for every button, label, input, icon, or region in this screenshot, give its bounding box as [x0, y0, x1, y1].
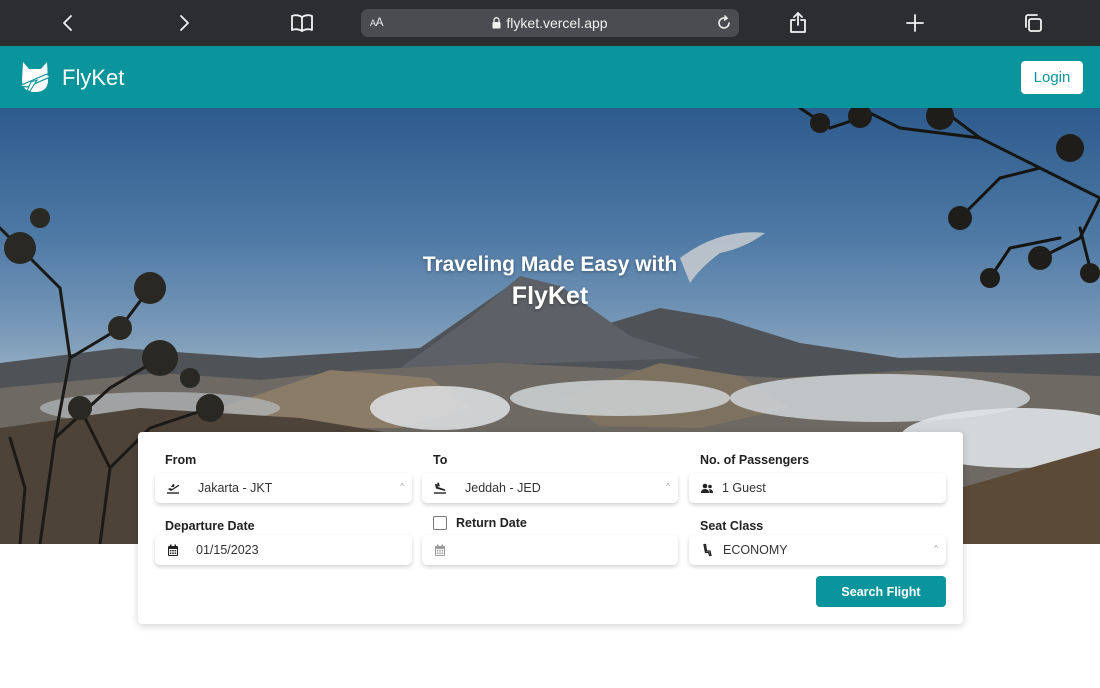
tabs-button[interactable]	[1018, 8, 1048, 38]
to-label: To	[433, 453, 448, 467]
brand-name[interactable]: FlyKet	[62, 65, 124, 91]
url-label: flyket.vercel.app	[506, 15, 608, 31]
return-label: Return Date	[456, 516, 527, 530]
browser-toolbar: AA flyket.vercel.app	[0, 0, 1100, 46]
tabs-icon	[1025, 14, 1042, 32]
hero-brand: FlyKet	[511, 282, 589, 310]
new-tab-button[interactable]	[900, 8, 930, 38]
address-bar[interactable]: AA flyket.vercel.app	[361, 9, 739, 37]
from-label: From	[165, 453, 197, 467]
seat-class-value: ECONOMY	[723, 543, 788, 557]
hero-headline: Traveling Made Easy with	[422, 253, 678, 276]
seat-icon	[703, 543, 712, 557]
chevron-icon: ^	[400, 482, 404, 491]
plane-takeoff-icon	[167, 484, 180, 494]
chevron-icon: ^	[666, 482, 670, 491]
share-icon	[790, 12, 806, 33]
seat-class-label: Seat Class	[700, 519, 764, 533]
passengers-select[interactable]: 1 Guest	[689, 473, 946, 503]
url-text: flyket.vercel.app	[361, 15, 739, 31]
app-header: FlyKet Login	[0, 46, 1100, 108]
to-select[interactable]: Jeddah - JED ^	[422, 473, 678, 503]
from-select[interactable]: Jakarta - JKT ^	[155, 473, 412, 503]
reload-icon	[718, 15, 730, 29]
forward-button[interactable]	[169, 8, 199, 38]
passengers-value: 1 Guest	[722, 481, 766, 495]
chevron-icon: ^	[934, 544, 938, 553]
passengers-label: No. of Passengers	[700, 453, 810, 467]
login-button[interactable]: Login	[1021, 61, 1083, 94]
plane-landing-icon	[434, 482, 446, 494]
to-value: Jeddah - JED	[465, 481, 541, 495]
reload-button[interactable]	[714, 13, 734, 33]
return-date-input[interactable]	[422, 535, 678, 565]
departure-value: 01/15/2023	[196, 543, 259, 557]
return-date-checkbox[interactable]	[433, 516, 447, 530]
bookmarks-button[interactable]	[287, 8, 317, 38]
from-value: Jakarta - JKT	[198, 481, 273, 495]
people-icon	[701, 483, 713, 493]
share-button[interactable]	[783, 8, 813, 38]
lock-icon	[492, 17, 501, 29]
seat-class-select[interactable]: ECONOMY ^	[689, 535, 946, 565]
departure-date-input[interactable]: 01/15/2023	[155, 535, 412, 565]
calendar-icon	[435, 544, 445, 556]
back-button[interactable]	[53, 8, 83, 38]
plus-icon	[906, 14, 924, 32]
departure-label: Departure Date	[165, 519, 255, 533]
forward-icon	[180, 15, 189, 31]
logo-icon	[17, 62, 52, 92]
search-flight-button[interactable]: Search Flight	[816, 576, 946, 607]
book-icon	[291, 14, 313, 32]
back-icon	[63, 15, 72, 31]
flight-search-card: From To No. of Passengers Jakarta - JKT …	[138, 432, 963, 624]
calendar-icon	[168, 544, 178, 556]
